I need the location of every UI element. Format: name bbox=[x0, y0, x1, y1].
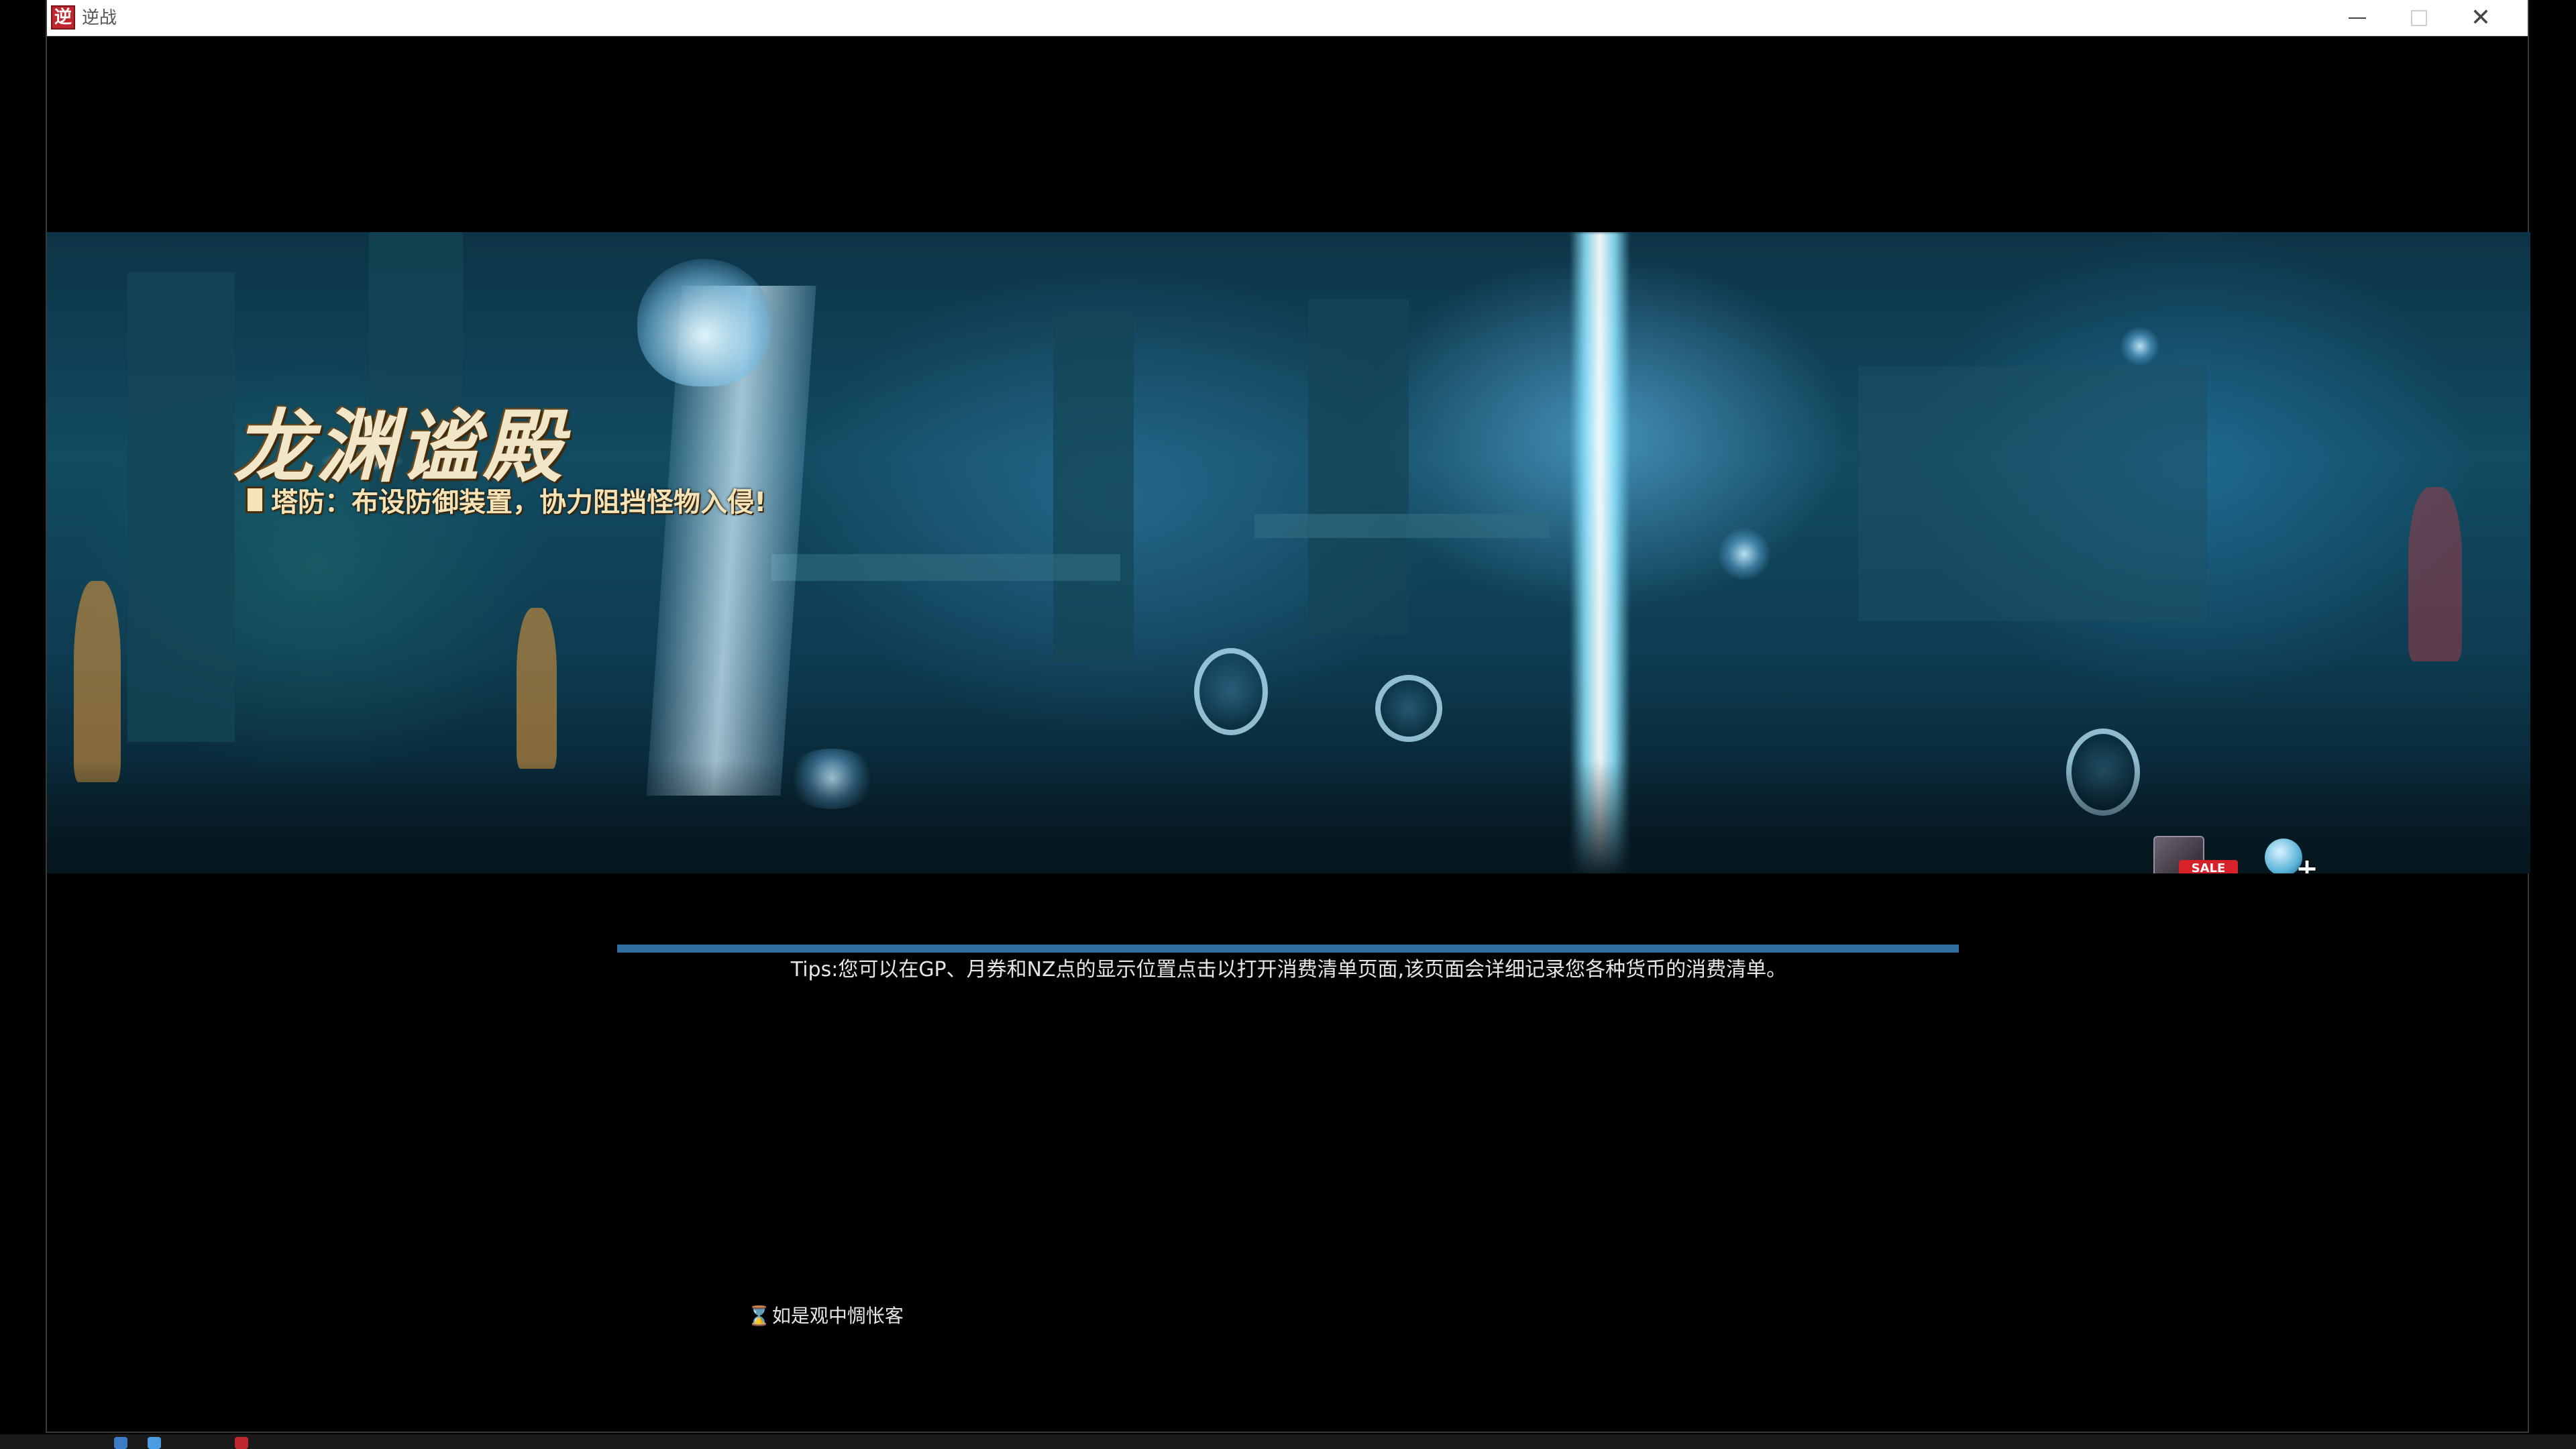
minimize-button[interactable] bbox=[2326, 0, 2388, 36]
sale-tag: SALE bbox=[2179, 860, 2238, 873]
game-window: 逆 逆战 ✕ 龙渊谧殿 塔防：布设防御装置，协力阻挡怪物入侵! SALE + T… bbox=[46, 0, 2530, 1433]
maximize-icon bbox=[2411, 10, 2427, 26]
close-icon: ✕ bbox=[2470, 4, 2491, 32]
loading-progress-bar bbox=[617, 945, 1959, 953]
minimize-icon bbox=[2349, 17, 2366, 19]
temple-pillar bbox=[127, 272, 235, 742]
taskbar-app-icon[interactable] bbox=[235, 1437, 248, 1449]
window-title: 逆战 bbox=[82, 8, 117, 28]
portal-ring bbox=[1375, 675, 1442, 742]
taskbar-app-icon[interactable] bbox=[148, 1437, 161, 1449]
player-status-text: 如是观中惆怅客 bbox=[771, 1305, 904, 1327]
temple-pillar bbox=[1053, 313, 1134, 661]
title-bar[interactable]: 逆 逆战 ✕ bbox=[47, 0, 2528, 36]
stone-ledge bbox=[1254, 514, 1550, 538]
giant-shell bbox=[637, 259, 771, 386]
map-loading-banner: 龙渊谧殿 塔防：布设防御装置，协力阻挡怪物入侵! SALE + bbox=[47, 232, 2530, 873]
app-logo-icon: 逆 bbox=[51, 5, 75, 30]
map-mode-description: 塔防：布设防御装置，协力阻挡怪物入侵! bbox=[271, 487, 767, 518]
portal-ring bbox=[1194, 648, 1268, 735]
stone-ledge bbox=[771, 554, 1120, 581]
sale-shop-icon[interactable]: SALE bbox=[2153, 836, 2239, 873]
loading-tip: Tips:您可以在GP、月券和NZ点的显示位置点击以打开消费清单页面,该页面会详… bbox=[790, 958, 1787, 981]
plus-icon: + bbox=[2296, 853, 2318, 873]
floating-rock bbox=[1858, 366, 2207, 621]
temple-pillar bbox=[1308, 299, 1409, 635]
map-subtitle: 塔防：布设防御装置，协力阻挡怪物入侵! bbox=[246, 480, 766, 519]
bullet-square-icon bbox=[246, 486, 264, 513]
light-orb bbox=[1717, 527, 1771, 581]
taskbar bbox=[0, 1434, 2576, 1449]
maximize-button[interactable] bbox=[2388, 0, 2450, 36]
light-orb bbox=[2120, 326, 2160, 366]
hourglass-icon: ⌛ bbox=[747, 1305, 771, 1327]
coral-decoration bbox=[517, 608, 557, 769]
close-button[interactable]: ✕ bbox=[2450, 0, 2512, 36]
taskbar-app-icon[interactable] bbox=[114, 1437, 127, 1449]
add-friend-icon[interactable]: + bbox=[2259, 836, 2320, 873]
loading-progress-fill bbox=[617, 945, 1959, 953]
coral-decoration bbox=[74, 581, 121, 782]
desktop-frame: 逆 逆战 ✕ 龙渊谧殿 塔防：布设防御装置，协力阻挡怪物入侵! SALE + T… bbox=[0, 0, 2576, 1449]
player-status: ⌛ 如是观中惆怅客 bbox=[747, 1304, 904, 1328]
coral-decoration bbox=[2408, 487, 2462, 661]
